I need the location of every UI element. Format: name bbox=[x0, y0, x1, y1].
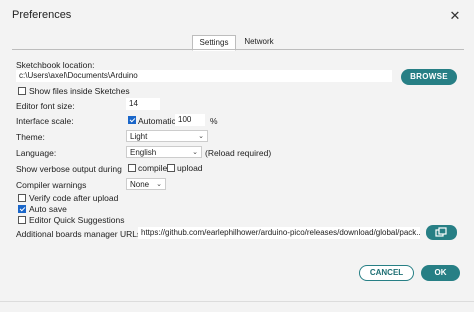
compiler-warnings-label: Compiler warnings bbox=[16, 180, 87, 190]
open-in-new-window-icon bbox=[435, 227, 447, 237]
interface-scale-input[interactable]: 100 bbox=[175, 114, 205, 126]
verbose-upload-label: upload bbox=[177, 163, 203, 173]
theme-label: Theme: bbox=[16, 132, 45, 142]
close-icon[interactable]: ✕ bbox=[445, 6, 465, 26]
chevron-down-icon: ⌄ bbox=[198, 133, 204, 140]
show-files-checkbox[interactable] bbox=[18, 87, 26, 95]
quick-suggestions-checkbox[interactable] bbox=[18, 216, 26, 224]
verbose-upload-checkbox[interactable] bbox=[167, 164, 175, 172]
ok-button[interactable]: OK bbox=[421, 265, 460, 281]
verbose-compile-label: compile bbox=[138, 163, 168, 173]
editor-font-size-input[interactable]: 14 bbox=[126, 98, 160, 110]
theme-value: Light bbox=[130, 132, 148, 141]
automatic-scale-label: Automatic bbox=[138, 116, 176, 126]
automatic-scale-checkbox[interactable] bbox=[128, 116, 136, 124]
show-files-label: Show files inside Sketches bbox=[29, 86, 130, 96]
boards-manager-urls-label: Additional boards manager URLs: bbox=[16, 229, 144, 239]
scale-unit: % bbox=[210, 116, 218, 126]
open-urls-editor-button[interactable] bbox=[426, 225, 457, 240]
editor-font-size-label: Editor font size: bbox=[16, 101, 75, 111]
title-bar: Preferences ✕ bbox=[0, 0, 474, 32]
quick-suggestions-label: Editor Quick Suggestions bbox=[29, 215, 125, 225]
bottom-divider bbox=[0, 301, 474, 302]
chevron-down-icon: ⌄ bbox=[192, 149, 198, 156]
language-select[interactable]: English ⌄ bbox=[126, 146, 202, 158]
sketchbook-location-input[interactable]: c:\Users\axel\Documents\Arduino bbox=[16, 70, 392, 82]
auto-save-checkbox[interactable] bbox=[18, 205, 26, 213]
tab-divider bbox=[12, 49, 464, 50]
language-value: English bbox=[130, 148, 157, 157]
browse-button[interactable]: BROWSE bbox=[401, 69, 457, 85]
compiler-warnings-value: None bbox=[130, 180, 150, 189]
boards-manager-urls-input[interactable]: https://github.com/earlephilhower/arduin… bbox=[138, 227, 420, 239]
cancel-button[interactable]: CANCEL bbox=[359, 265, 414, 281]
theme-select[interactable]: Light ⌄ bbox=[126, 130, 208, 142]
window-title: Preferences bbox=[12, 9, 72, 21]
sketchbook-location-label: Sketchbook location: bbox=[16, 60, 95, 70]
auto-save-label: Auto save bbox=[29, 204, 67, 214]
verbose-compile-checkbox[interactable] bbox=[128, 164, 136, 172]
tab-network[interactable]: Network bbox=[238, 35, 280, 49]
verbose-output-label: Show verbose output during bbox=[16, 164, 122, 174]
language-label: Language: bbox=[16, 148, 57, 158]
compiler-warnings-select[interactable]: None ⌄ bbox=[126, 178, 166, 190]
reload-required-note: (Reload required) bbox=[205, 148, 272, 158]
verify-after-upload-checkbox[interactable] bbox=[18, 194, 26, 202]
verify-after-upload-label: Verify code after upload bbox=[29, 193, 119, 203]
chevron-down-icon: ⌄ bbox=[156, 181, 162, 188]
interface-scale-label: Interface scale: bbox=[16, 116, 74, 126]
